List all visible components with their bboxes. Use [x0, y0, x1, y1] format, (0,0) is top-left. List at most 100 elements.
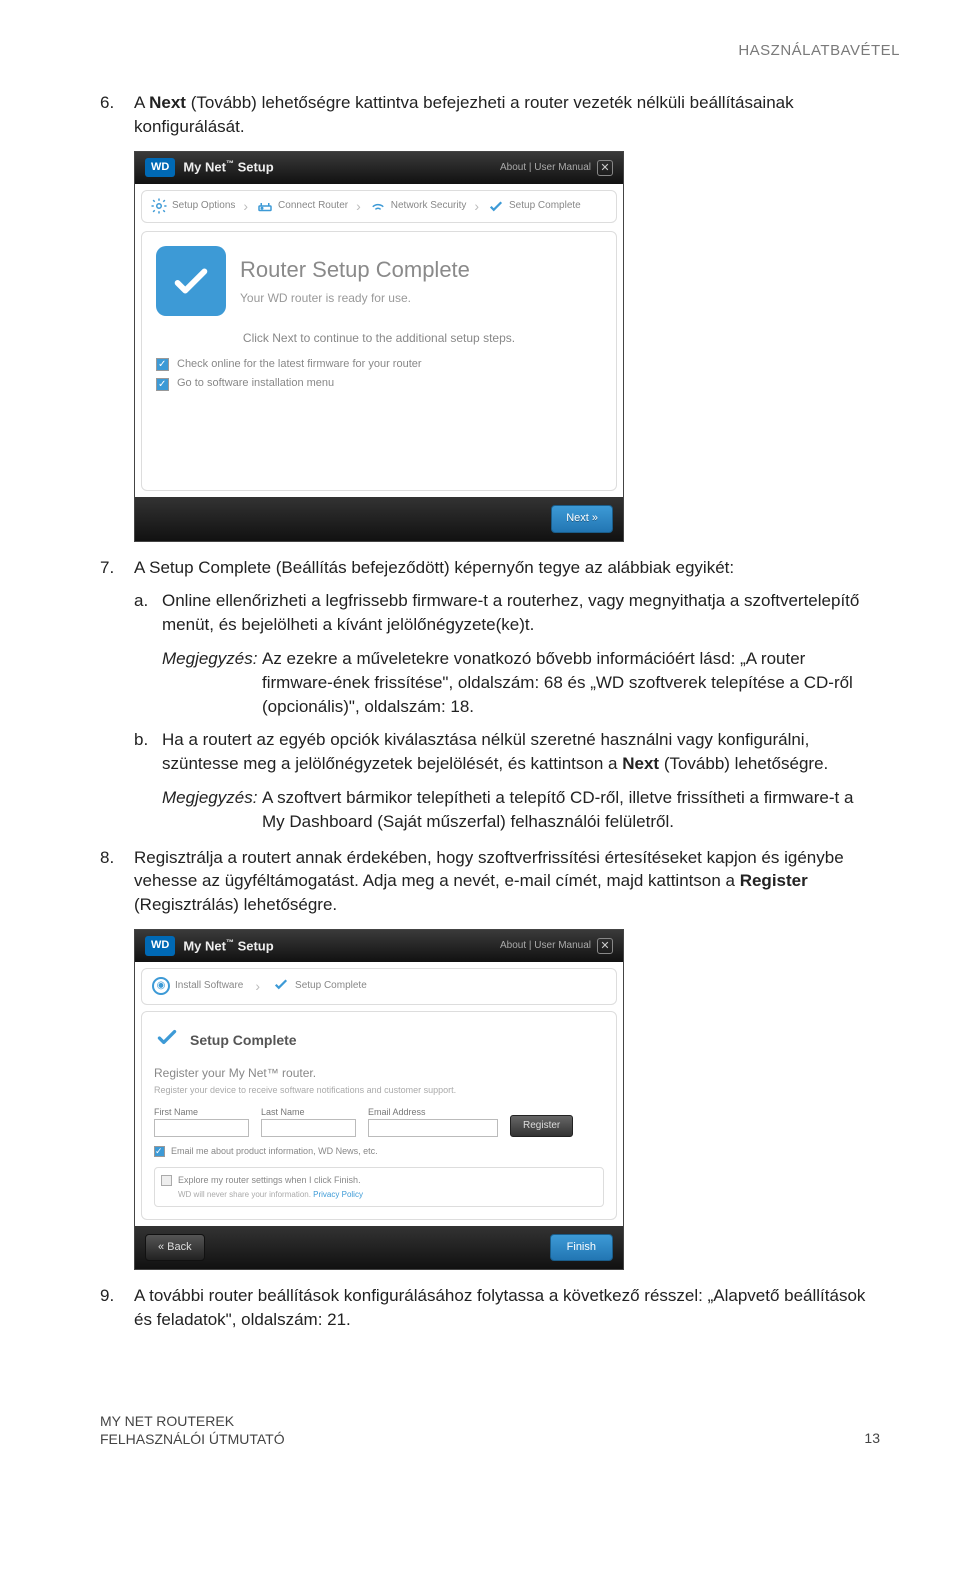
- page-footer: MY NET ROUTEREK FELHASZNÁLÓI ÚTMUTATÓ 13: [100, 1412, 880, 1448]
- about-link[interactable]: About | User Manual: [500, 161, 591, 175]
- email-field: Email Address: [368, 1106, 498, 1137]
- wifi-icon: [369, 197, 387, 215]
- text: ™: [226, 159, 234, 168]
- chevron-right-icon: ›: [251, 977, 264, 997]
- crumb-label: Install Software: [175, 979, 243, 993]
- chevron-right-icon: ›: [239, 197, 252, 217]
- step-number: 7.: [100, 556, 134, 580]
- window-titlebar: WD My Net™ Setup About | User Manual ✕: [135, 152, 623, 184]
- checkbox-software[interactable]: Go to software installation menu: [156, 376, 602, 391]
- about-link[interactable]: About | User Manual: [500, 939, 591, 953]
- crumb-label: Setup Complete: [295, 979, 367, 993]
- bold-next: Next: [622, 754, 659, 773]
- screenshot-register: WD My Net™ Setup About | User Manual ✕ ◉…: [134, 929, 624, 1271]
- text: (Regisztrálás) lehetőségre.: [134, 895, 337, 914]
- checkbox-icon[interactable]: [154, 1146, 165, 1157]
- crumb-network-security[interactable]: Network Security: [369, 197, 467, 215]
- crumb-connect-router[interactable]: Connect Router: [256, 197, 348, 215]
- step-number: 6.: [100, 91, 134, 139]
- first-name-input[interactable]: [154, 1119, 249, 1137]
- step-number: 9.: [100, 1284, 134, 1332]
- crumb-install-software[interactable]: ◉ Install Software: [152, 977, 243, 995]
- crumb-label: Connect Router: [278, 199, 348, 213]
- first-name-field: First Name: [154, 1106, 249, 1137]
- close-icon[interactable]: ✕: [597, 160, 613, 176]
- dialog-footer: « Back Finish: [135, 1226, 623, 1269]
- text: ™: [226, 938, 234, 947]
- crumb-setup-complete[interactable]: Setup Complete: [487, 197, 581, 215]
- checkbox-icon[interactable]: [156, 378, 169, 391]
- bold-next: Next: [149, 93, 186, 112]
- step-8: 8. Regisztrálja a routert annak érdekébe…: [100, 846, 880, 917]
- substep-body: Ha a routert az egyéb opciók kiválasztás…: [162, 728, 880, 776]
- panel-register: Setup Complete Register your My Net™ rou…: [141, 1011, 617, 1220]
- text: WD will never share your information.: [178, 1190, 313, 1199]
- register-desc: Register your device to receive software…: [154, 1084, 604, 1097]
- step-body: A Setup Complete (Beállítás befejeződött…: [134, 556, 880, 580]
- checkbox-label: Explore my router settings when I click …: [178, 1174, 361, 1187]
- complete-title: Router Setup Complete: [240, 255, 470, 286]
- breadcrumb: ◉ Install Software › Setup Complete: [141, 968, 617, 1005]
- wd-logo: WD: [145, 158, 175, 177]
- text: My Net: [183, 160, 226, 175]
- substep-b: b. Ha a routert az egyéb opciók kiválasz…: [134, 728, 880, 776]
- substep-letter: b.: [134, 728, 162, 776]
- explore-desc: WD will never share your information. Pr…: [178, 1189, 597, 1200]
- checkbox-icon[interactable]: [161, 1175, 172, 1186]
- window-titlebar: WD My Net™ Setup About | User Manual ✕: [135, 930, 623, 962]
- next-button[interactable]: Next »: [551, 505, 613, 532]
- check-icon: [154, 1024, 180, 1057]
- substep-letter: a.: [134, 589, 162, 637]
- checkbox-firmware[interactable]: Check online for the latest firmware for…: [156, 357, 602, 372]
- last-name-field: Last Name: [261, 1106, 356, 1137]
- checkbox-explore[interactable]: Explore my router settings when I click …: [161, 1174, 597, 1187]
- explore-box: Explore my router settings when I click …: [154, 1167, 604, 1207]
- note-body: Az ezekre a műveletekre vonatkozó bővebb…: [262, 647, 880, 718]
- text: Regisztrálja a routert annak érdekében, …: [134, 848, 844, 891]
- wd-logo: WD: [145, 936, 175, 955]
- crumb-label: Setup Complete: [509, 199, 581, 213]
- finish-button[interactable]: Finish: [550, 1234, 613, 1261]
- crumb-setup-complete[interactable]: Setup Complete: [272, 975, 367, 998]
- crumb-label: Setup Options: [172, 199, 235, 213]
- substep-a: a. Online ellenőrizheti a legfrissebb fi…: [134, 589, 880, 637]
- text: Setup: [234, 938, 274, 953]
- chevron-right-icon: ›: [470, 197, 483, 217]
- check-tile-icon: [156, 246, 226, 316]
- text: (Tovább) lehetőségre.: [659, 754, 828, 773]
- register-button[interactable]: Register: [510, 1115, 573, 1137]
- crumb-label: Network Security: [391, 199, 467, 213]
- setup-complete-title: Setup Complete: [190, 1031, 297, 1051]
- checkbox-icon[interactable]: [156, 358, 169, 371]
- close-icon[interactable]: ✕: [597, 938, 613, 954]
- step-number: 8.: [100, 846, 134, 917]
- text: Setup: [234, 160, 274, 175]
- checkbox-label: Check online for the latest firmware for…: [177, 357, 422, 372]
- last-name-input[interactable]: [261, 1119, 356, 1137]
- email-input[interactable]: [368, 1119, 498, 1137]
- note: Megjegyzés: Az ezekre a műveletekre vona…: [162, 647, 880, 718]
- text: A: [134, 93, 149, 112]
- complete-subtitle: Your WD router is ready for use.: [240, 290, 470, 307]
- checkbox-email-me[interactable]: Email me about product information, WD N…: [154, 1145, 604, 1158]
- page-number: 13: [864, 1429, 880, 1449]
- checkbox-label: Email me about product information, WD N…: [171, 1145, 378, 1158]
- cd-icon: ◉: [152, 977, 170, 995]
- dialog-footer: Next »: [135, 497, 623, 540]
- step-6: 6. A Next (Tovább) lehetőségre kattintva…: [100, 91, 880, 139]
- field-label: Email Address: [368, 1106, 498, 1119]
- step-body: Regisztrálja a routert annak érdekében, …: [134, 846, 880, 917]
- note: Megjegyzés: A szoftvert bármikor telepít…: [162, 786, 880, 834]
- window-title: My Net™ Setup: [183, 158, 273, 177]
- breadcrumb: Setup Options › Connect Router › Network…: [141, 190, 617, 224]
- bold-register: Register: [740, 871, 808, 890]
- step-9: 9. A további router beállítások konfigur…: [100, 1284, 880, 1332]
- section-header: HASZNÁLATBAVÉTEL: [100, 40, 900, 61]
- back-button[interactable]: « Back: [145, 1234, 205, 1261]
- click-next-text: Click Next to continue to the additional…: [156, 330, 602, 347]
- privacy-link[interactable]: Privacy Policy: [313, 1190, 363, 1199]
- text: My Net: [183, 938, 226, 953]
- crumb-setup-options[interactable]: Setup Options: [150, 197, 235, 215]
- step-body: A további router beállítások konfigurálá…: [134, 1284, 880, 1332]
- router-icon: [256, 197, 274, 215]
